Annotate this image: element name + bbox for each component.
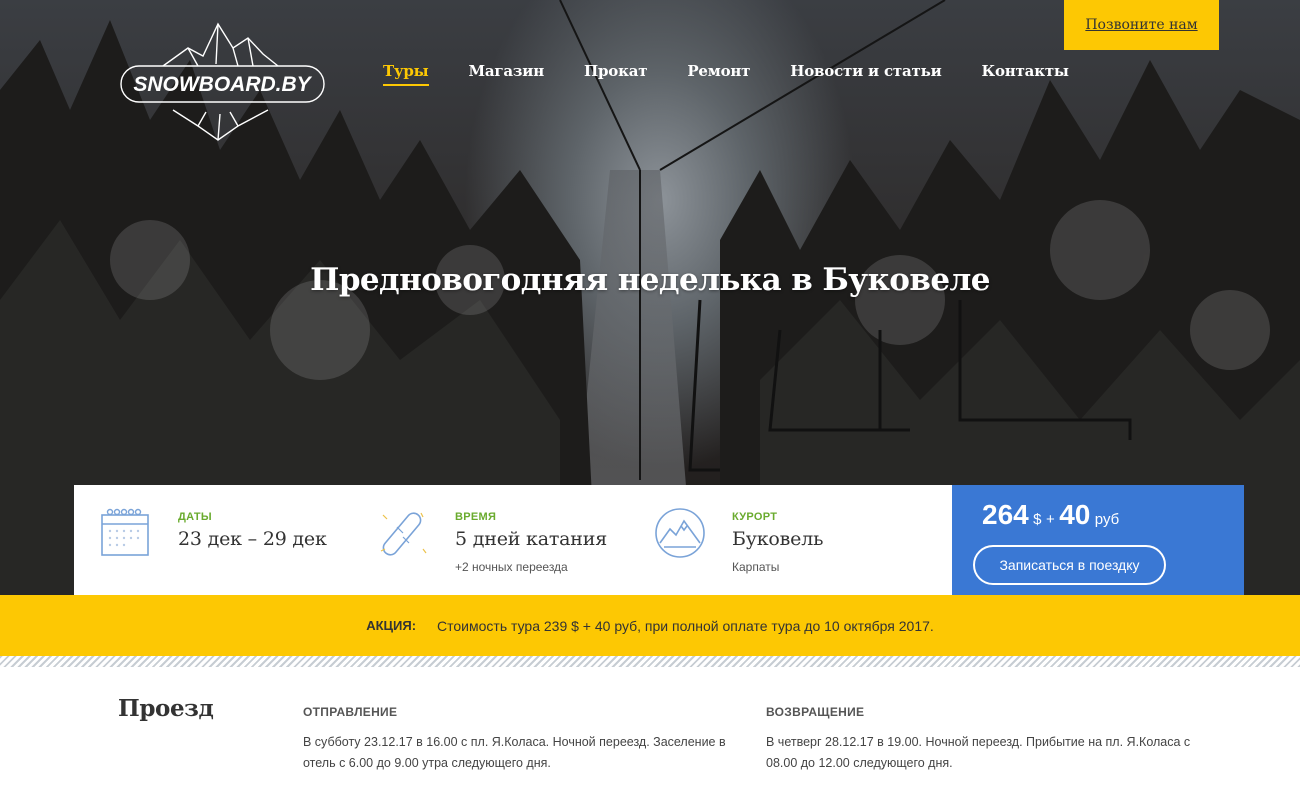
departure-column: ОТПРАВЛЕНИЕ В субботу 23.12.17 в 16.00 с…	[303, 705, 743, 774]
info-time: ВРЕМЯ 5 дней катания +2 ночных переезда	[351, 485, 628, 595]
call-us-label: Позвоните нам	[1085, 17, 1198, 33]
mountain-icon	[655, 508, 705, 558]
page-title: Предновогодняя неделька в Буковеле	[310, 262, 990, 298]
return-column: ВОЗВРАЩЕНИЕ В четверг 28.12.17 в 19.00. …	[766, 705, 1206, 774]
site-logo[interactable]: SNOWBOARD.BY	[118, 18, 328, 143]
svg-text:SNOWBOARD.BY: SNOWBOARD.BY	[133, 73, 312, 96]
price-panel: 264 $ + 40 руб Записаться в поездку	[952, 485, 1244, 595]
price-plus: +	[1045, 511, 1055, 528]
snowboard-icon	[380, 512, 427, 556]
promo-text: Стоимость тура 239 $ + 40 руб, при полно…	[437, 617, 934, 634]
price-usd-unit: $	[1033, 511, 1042, 528]
price-rub-amount: 40	[1059, 499, 1091, 530]
return-heading: ВОЗВРАЩЕНИЕ	[766, 705, 865, 719]
dates-label: ДАТЫ	[178, 511, 212, 523]
resort-value: Буковель	[732, 528, 824, 550]
departure-heading: ОТПРАВЛЕНИЕ	[303, 705, 398, 719]
nav-item-shop[interactable]: Магазин	[469, 62, 545, 88]
tour-info-panel: ДАТЫ 23 дек – 29 дек ВРЕМЯ 5 дней катани…	[74, 485, 952, 595]
promo-bar: АКЦИЯ: Стоимость тура 239 $ + 40 руб, пр…	[0, 595, 1300, 656]
price-usd-amount: 264	[982, 499, 1029, 530]
departure-text: В субботу 23.12.17 в 16.00 с пл. Я.Колас…	[303, 735, 726, 770]
striped-divider	[0, 656, 1300, 667]
nav-item-news[interactable]: Новости и статьи	[790, 62, 941, 88]
main-nav: Туры Магазин Прокат Ремонт Новости и ста…	[383, 62, 1109, 88]
book-trip-button[interactable]: Записаться в поездку	[973, 545, 1166, 585]
time-label: ВРЕМЯ	[455, 511, 497, 523]
nav-item-repair[interactable]: Ремонт	[687, 62, 750, 88]
promo-label: АКЦИЯ:	[366, 618, 417, 633]
resort-label: КУРОРТ	[732, 511, 778, 523]
calendar-icon	[101, 508, 149, 556]
call-us-button[interactable]: Позвоните нам	[1064, 0, 1219, 50]
nav-item-contacts[interactable]: Контакты	[982, 62, 1069, 88]
dates-value: 23 дек – 29 дек	[178, 528, 327, 550]
price-amount: 264 $ + 40 руб	[982, 499, 1119, 531]
info-resort: КУРОРТ Буковель Карпаты	[628, 485, 905, 595]
time-sub: +2 ночных переезда	[455, 560, 568, 574]
price-rub-unit: руб	[1094, 511, 1120, 528]
nav-item-rental[interactable]: Прокат	[584, 62, 648, 88]
info-dates: ДАТЫ 23 дек – 29 дек	[74, 485, 351, 595]
travel-section-title: Проезд	[118, 695, 214, 722]
time-value: 5 дней катания	[455, 528, 607, 550]
nav-item-tours[interactable]: Туры	[383, 62, 429, 88]
resort-sub: Карпаты	[732, 560, 780, 574]
return-text: В четверг 28.12.17 в 19.00. Ночной перее…	[766, 735, 1191, 770]
